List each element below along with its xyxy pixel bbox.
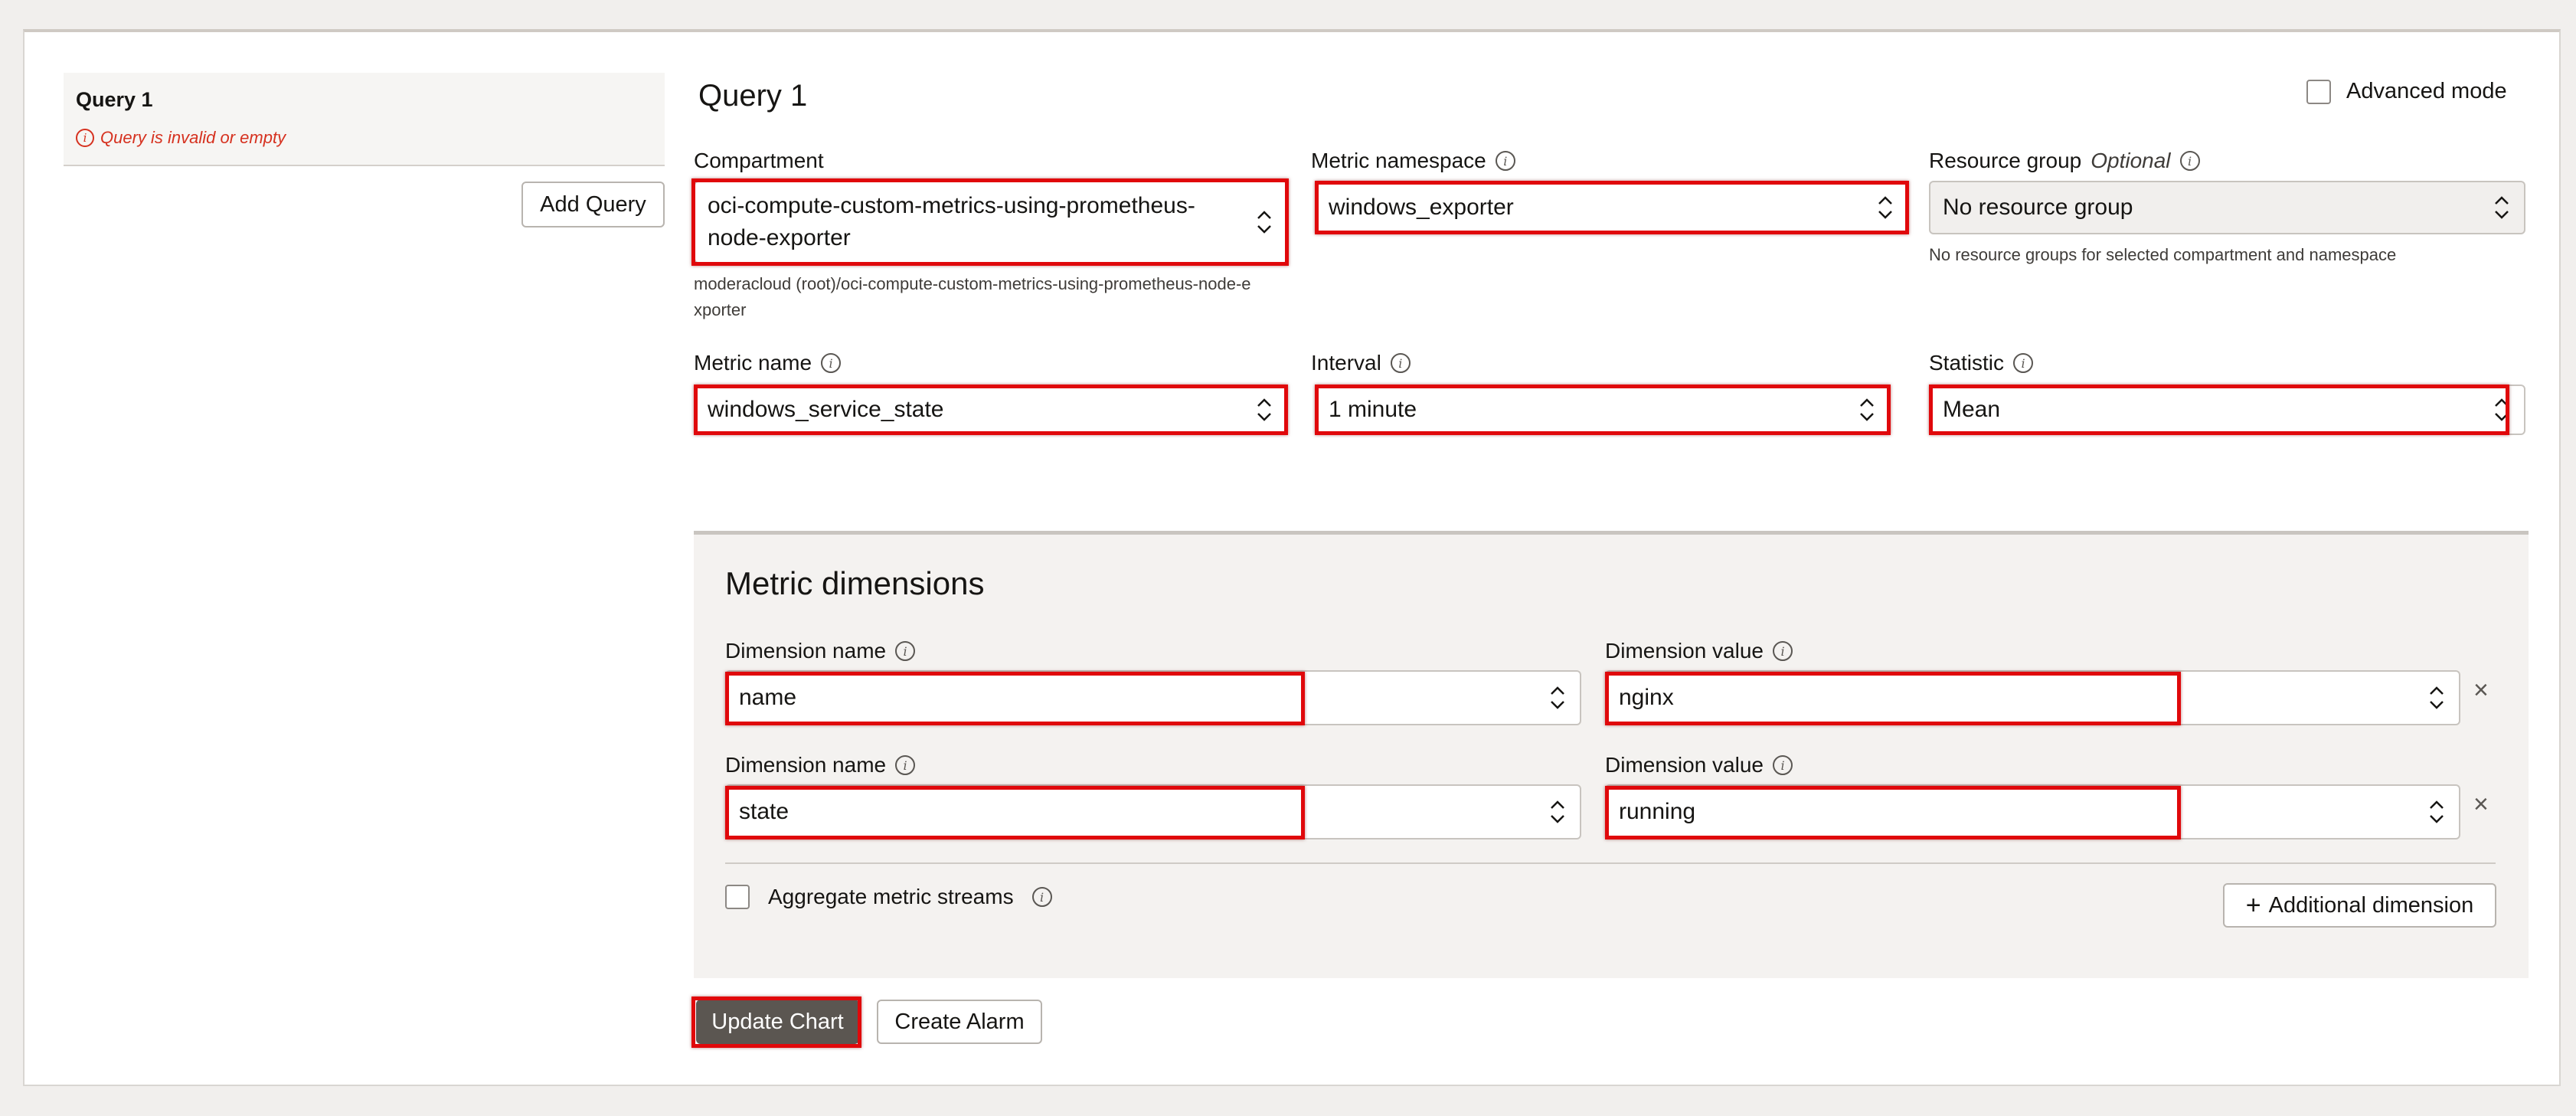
dimension-name-label-text: Dimension name — [725, 639, 887, 663]
info-icon[interactable]: i — [2179, 151, 2200, 171]
plus-icon: + — [2245, 890, 2261, 920]
chevron-updown-icon — [1860, 398, 1874, 421]
chevron-updown-icon — [1551, 686, 1564, 709]
additional-dimension-button[interactable]: + Additional dimension — [2223, 883, 2496, 928]
aggregate-checkbox[interactable] — [725, 885, 750, 909]
dimension-value-label-text: Dimension value — [1605, 639, 1764, 663]
metric-name-select[interactable]: windows_service_state — [694, 385, 1288, 435]
compartment-helper-line2: xporter — [694, 300, 747, 319]
dimension-name-select[interactable]: state — [725, 784, 1581, 839]
chevron-updown-icon — [2495, 196, 2509, 219]
remove-dimension-icon[interactable]: × — [2473, 790, 2489, 820]
resource-group-label: Resource group Optional i — [1929, 149, 2200, 173]
info-icon[interactable]: i — [1773, 755, 1793, 775]
statistic-select[interactable]: Mean — [1929, 385, 2525, 435]
additional-dimension-label: Additional dimension — [2268, 892, 2474, 918]
chevron-updown-icon — [2430, 800, 2444, 823]
dimension-name-value: state — [739, 799, 789, 824]
dimension-name-value: name — [739, 685, 797, 710]
info-icon[interactable]: i — [2013, 353, 2034, 373]
chevron-updown-icon — [1257, 211, 1271, 234]
remove-dimension-icon[interactable]: × — [2473, 676, 2489, 705]
dimension-value-label: Dimension value i — [1605, 639, 1793, 663]
metric-namespace-select[interactable]: windows_exporter — [1315, 181, 1909, 234]
resource-group-select[interactable]: No resource group — [1929, 181, 2525, 234]
advanced-mode-toggle[interactable]: Advanced mode — [2306, 79, 2507, 104]
query-tab-title: Query 1 — [76, 88, 153, 111]
compartment-path-helper: moderacloud (root)/oci-compute-custom-me… — [694, 271, 1251, 323]
info-icon[interactable]: i — [1390, 353, 1411, 373]
compartment-helper-line1: moderacloud (root)/oci-compute-custom-me… — [694, 274, 1251, 293]
metric-namespace-value: windows_exporter — [1329, 195, 1514, 220]
chevron-updown-icon — [1551, 800, 1564, 823]
chevron-updown-icon — [1257, 398, 1271, 421]
chevron-updown-icon — [1878, 196, 1892, 219]
dimensions-divider — [725, 862, 2496, 864]
info-icon[interactable]: i — [1495, 151, 1515, 171]
dimension-name-label: Dimension name i — [725, 639, 916, 663]
metric-name-label: Metric name i — [694, 351, 842, 375]
metric-namespace-label: Metric namespace i — [1311, 149, 1515, 173]
info-icon[interactable]: i — [895, 755, 916, 775]
create-alarm-button[interactable]: Create Alarm — [877, 1000, 1042, 1044]
query-error-text: Query is invalid or empty — [100, 128, 286, 147]
dimension-value-select[interactable]: running — [1605, 784, 2460, 839]
compartment-label: Compartment — [694, 149, 824, 173]
metric-dimensions-title: Metric dimensions — [725, 565, 985, 601]
interval-value: 1 minute — [1329, 397, 1417, 422]
advanced-mode-checkbox[interactable] — [2306, 79, 2331, 104]
dimension-name-select[interactable]: name — [725, 670, 1581, 725]
add-query-button[interactable]: Add Query — [521, 182, 665, 227]
dimension-name-label: Dimension name i — [725, 753, 916, 777]
dimension-name-label-text: Dimension name — [725, 753, 887, 777]
query-error: i Query is invalid or empty — [76, 128, 286, 148]
resource-group-helper: No resource groups for selected compartm… — [1929, 245, 2397, 264]
chevron-updown-icon — [2430, 686, 2444, 709]
statistic-label-text: Statistic — [1929, 351, 2005, 375]
dimension-value-label: Dimension value i — [1605, 753, 1793, 777]
statistic-value: Mean — [1943, 397, 2001, 422]
metric-name-value: windows_service_state — [708, 397, 944, 422]
resource-group-value: No resource group — [1943, 195, 2133, 220]
aggregate-metric-streams[interactable]: Aggregate metric streams i — [725, 885, 1052, 909]
dimension-value-label-text: Dimension value — [1605, 753, 1764, 777]
update-chart-button[interactable]: Update Chart — [696, 1000, 859, 1044]
metric-name-label-text: Metric name — [694, 351, 812, 375]
metric-namespace-label-text: Metric namespace — [1311, 149, 1486, 172]
dimension-value-value: running — [1619, 799, 1696, 824]
compartment-value: oci-compute-custom-metrics-using-prometh… — [708, 190, 1195, 254]
dimension-value-select[interactable]: nginx — [1605, 670, 2460, 725]
compartment-value-line1: oci-compute-custom-metrics-using-prometh… — [708, 193, 1195, 218]
page-title: Query 1 — [698, 79, 808, 113]
advanced-mode-label: Advanced mode — [2346, 79, 2507, 103]
interval-label: Interval i — [1311, 351, 1411, 375]
error-info-icon: i — [76, 129, 94, 147]
aggregate-label: Aggregate metric streams — [768, 885, 1014, 908]
statistic-label: Statistic i — [1929, 351, 2034, 375]
info-icon[interactable]: i — [895, 641, 916, 661]
interval-select[interactable]: 1 minute — [1315, 385, 1891, 435]
optional-tag: Optional — [2091, 149, 2171, 172]
dimension-value-value: nginx — [1619, 685, 1674, 710]
interval-label-text: Interval — [1311, 351, 1381, 375]
query-tab[interactable]: Query 1 i Query is invalid or empty — [64, 73, 665, 166]
info-icon[interactable]: i — [1031, 887, 1052, 907]
chevron-updown-icon — [2495, 398, 2509, 421]
info-icon[interactable]: i — [821, 353, 842, 373]
info-icon[interactable]: i — [1773, 641, 1793, 661]
resource-group-label-text: Resource group — [1929, 149, 2082, 172]
compartment-select[interactable]: oci-compute-custom-metrics-using-prometh… — [694, 181, 1288, 263]
compartment-value-line2: node-exporter — [708, 225, 851, 250]
compartment-label-text: Compartment — [694, 149, 824, 172]
